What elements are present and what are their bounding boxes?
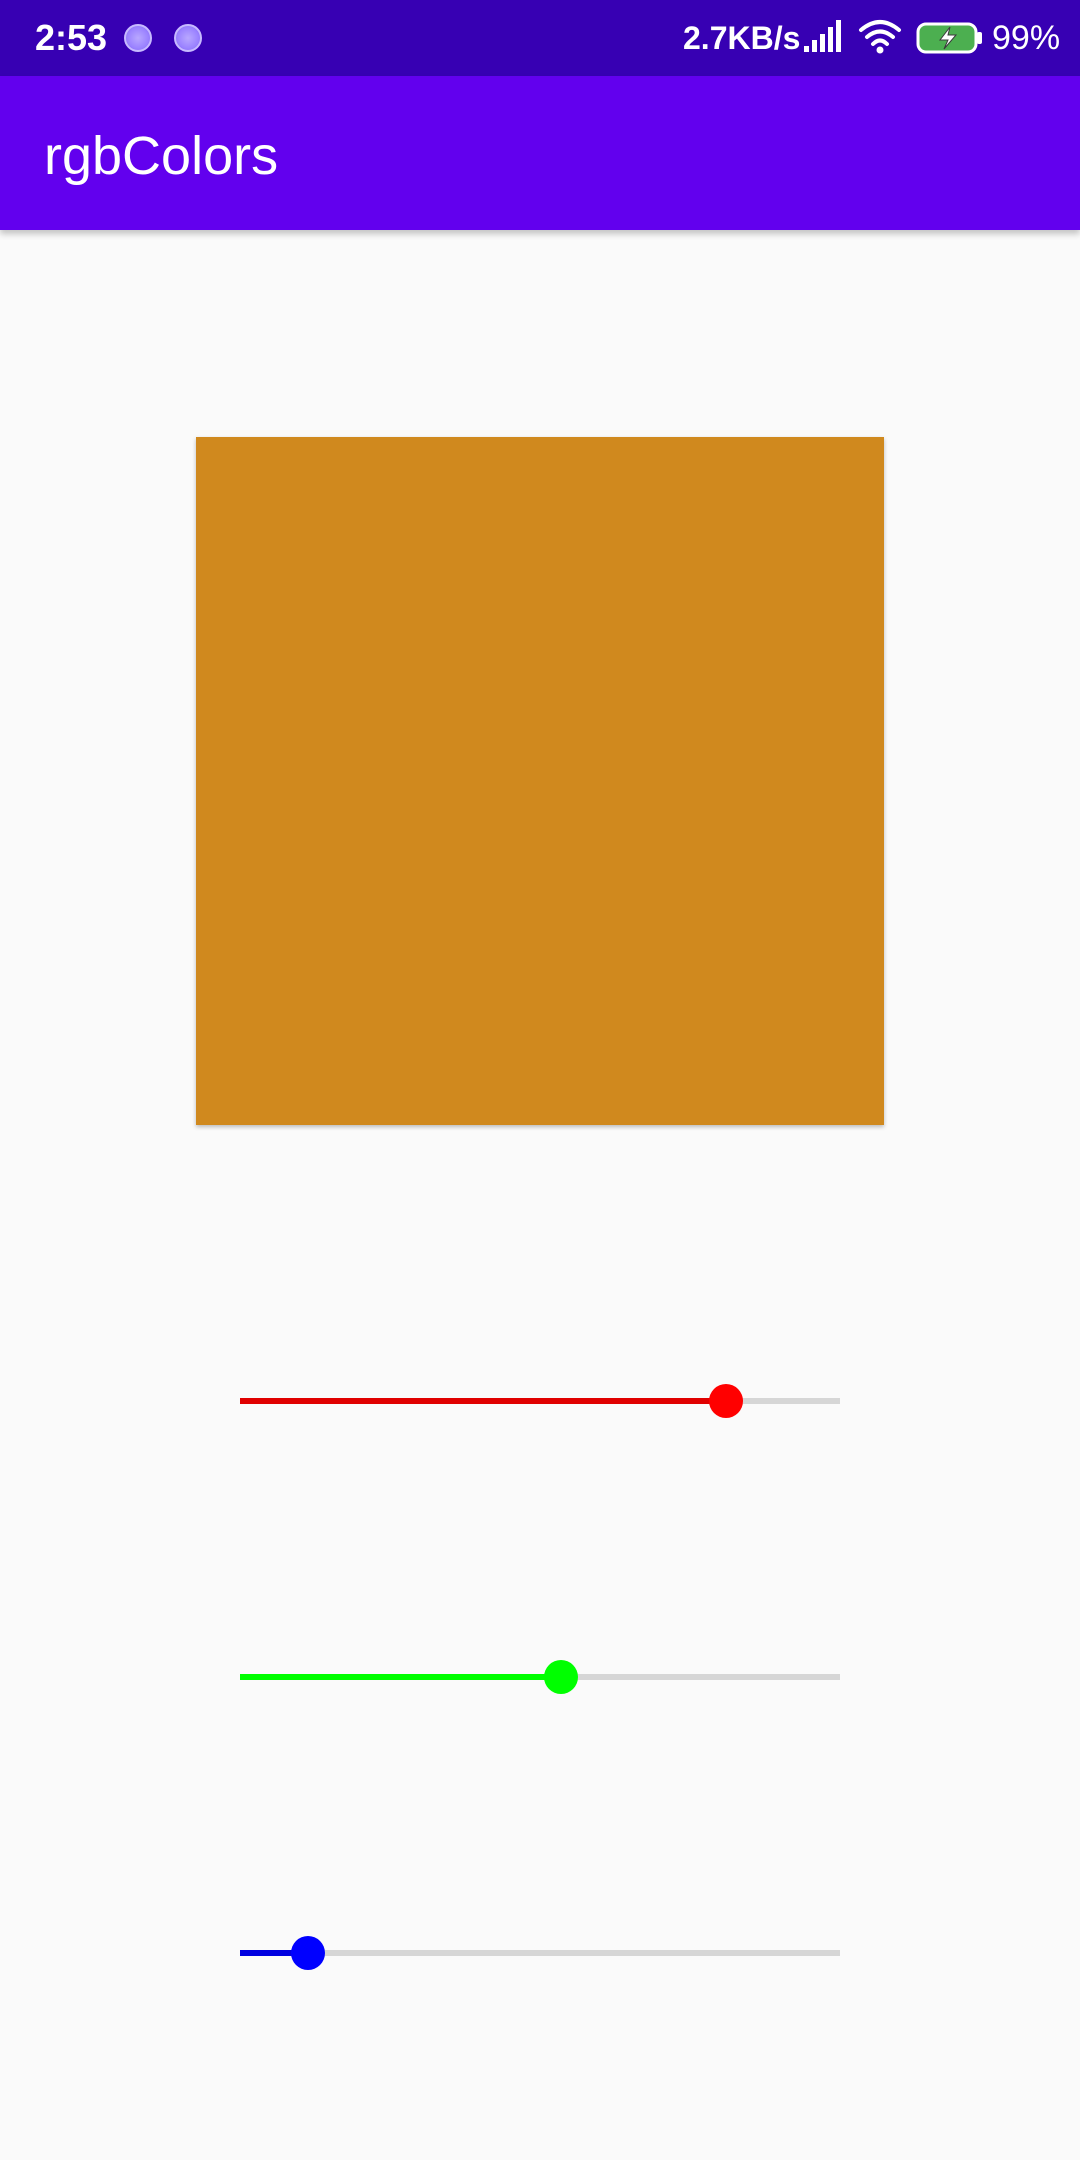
color-preview xyxy=(196,437,884,1125)
notification-icon xyxy=(124,24,152,52)
red-slider[interactable] xyxy=(240,1371,840,1431)
status-time: 2:53 xyxy=(35,17,108,58)
network-speed: 2.7KB/s xyxy=(683,20,801,56)
slider-thumb[interactable] xyxy=(290,1936,325,1970)
status-bar: 2:53 2.7KB/s 99% xyxy=(0,0,1080,76)
battery-percent: 99% xyxy=(992,19,1061,57)
app-bar: rgbColors xyxy=(0,76,1080,230)
slider-track[interactable] xyxy=(240,1950,840,1956)
wifi-icon xyxy=(859,20,901,54)
slider-thumb[interactable] xyxy=(544,1660,578,1694)
slider-fill xyxy=(240,1398,726,1404)
battery-charging-icon xyxy=(916,22,982,54)
slider-thumb[interactable] xyxy=(709,1384,743,1418)
signal-icon xyxy=(804,20,841,52)
blue-slider[interactable] xyxy=(240,1923,840,1983)
green-slider[interactable] xyxy=(240,1647,840,1707)
app-title: rgbColors xyxy=(44,126,279,186)
slider-fill xyxy=(240,1674,561,1680)
notification-icon xyxy=(174,24,202,52)
